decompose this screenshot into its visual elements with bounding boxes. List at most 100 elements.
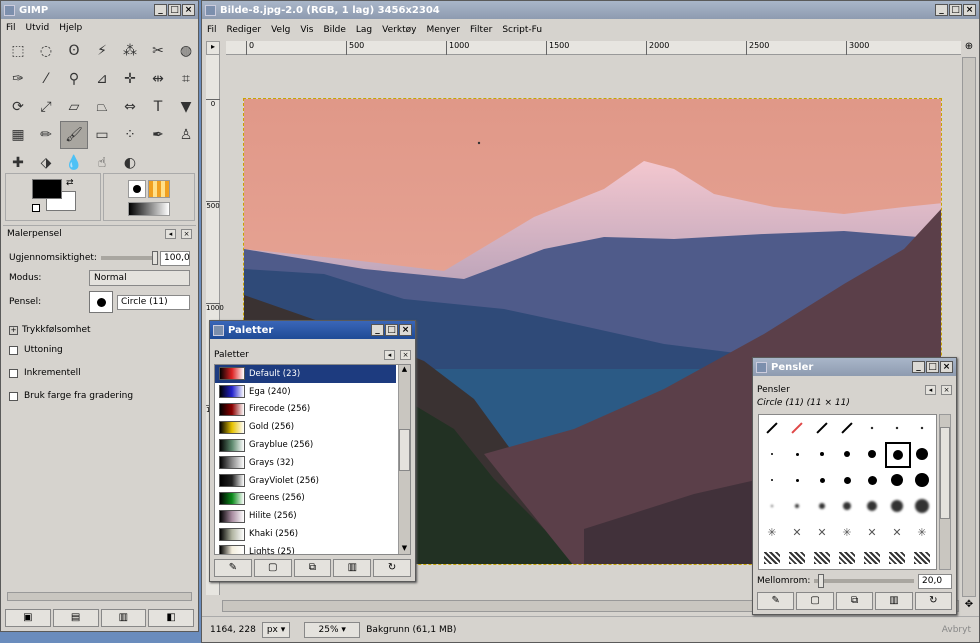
panel-close-button[interactable]: ×: [181, 229, 192, 239]
close-button[interactable]: ×: [940, 361, 953, 373]
pattern-preview[interactable]: [148, 180, 170, 198]
brush-grid[interactable]: ✳ ✕ ✕ ✳ ✕ ✕ ✳: [758, 414, 937, 570]
scroll-thumb[interactable]: [940, 427, 950, 519]
brush-thumbnail[interactable]: [785, 416, 809, 440]
edit-palette-button[interactable]: ✎: [214, 559, 252, 577]
new-palette-button[interactable]: ▢: [253, 559, 292, 577]
fade-checkbox[interactable]: [9, 345, 18, 355]
minimize-button[interactable]: _: [912, 361, 925, 373]
bucket-fill-icon[interactable]: ▼: [172, 93, 200, 121]
maximize-button[interactable]: □: [926, 361, 939, 373]
palette-list[interactable]: Default (23) Ega (240) Firecode (256) Gold …: [214, 364, 411, 555]
menu-utvid[interactable]: Utvid: [26, 23, 50, 33]
brush-thumbnail[interactable]: [835, 468, 859, 492]
menu-item[interactable]: Bilde: [323, 25, 345, 35]
delete-brush-button[interactable]: ▥: [875, 592, 913, 610]
opacity-slider-handle[interactable]: [152, 251, 158, 265]
brush-thumbnail[interactable]: [760, 494, 784, 518]
measure-icon[interactable]: ⊿: [88, 65, 116, 93]
brush-thumbnail[interactable]: [885, 416, 909, 440]
reset-options-button[interactable]: ◧: [148, 609, 194, 627]
brush-thumbnail[interactable]: [760, 416, 784, 440]
brush-thumbnail[interactable]: [810, 546, 834, 569]
brush-thumbnail[interactable]: [810, 416, 834, 440]
unit-dropdown[interactable]: px ▾: [261, 621, 291, 638]
maximize-button[interactable]: □: [949, 4, 962, 16]
swap-colors-icon[interactable]: ⇄: [66, 178, 74, 188]
color-picker-icon[interactable]: ⁄: [32, 65, 60, 93]
foreground-color[interactable]: [32, 179, 62, 199]
brush-thumbnail[interactable]: [785, 546, 809, 569]
mode-dropdown[interactable]: Normal: [89, 270, 190, 286]
brush-thumbnail[interactable]: [910, 494, 934, 518]
align-icon[interactable]: ⇹: [144, 65, 172, 93]
spacing-slider-handle[interactable]: [818, 574, 825, 588]
incremental-checkbox[interactable]: [9, 368, 18, 378]
menu-item[interactable]: Verktøy: [382, 25, 416, 35]
brush-preview[interactable]: [128, 180, 146, 198]
expander-icon[interactable]: +: [9, 325, 18, 335]
menu-item[interactable]: Velg: [271, 25, 290, 35]
brush-thumbnail[interactable]: [835, 494, 859, 518]
foreground-select-icon[interactable]: ◍: [172, 37, 200, 65]
eraser-icon[interactable]: ▭: [88, 121, 116, 149]
scissors-icon[interactable]: ✂: [144, 37, 172, 65]
scroll-up-arrow[interactable]: ▲: [399, 365, 410, 375]
brush-thumbnail[interactable]: [785, 494, 809, 518]
menu-item[interactable]: Lag: [356, 25, 372, 35]
paintbrush-icon[interactable]: 🖌: [60, 121, 88, 149]
cancel-button[interactable]: Avbryt: [942, 625, 971, 635]
brush-thumbnail[interactable]: [860, 468, 884, 492]
brushes-titlebar[interactable]: Pensler _ □ ×: [753, 358, 956, 376]
rect-select-icon[interactable]: ⬚: [4, 37, 32, 65]
brush-thumbnail[interactable]: ✳: [760, 520, 784, 544]
brush-thumbnail[interactable]: ✕: [810, 520, 834, 544]
pencil-icon[interactable]: ✏: [32, 121, 60, 149]
palette-list-item[interactable]: GrayViolet (256): [215, 472, 396, 490]
spacing-slider[interactable]: [814, 574, 914, 588]
brush-thumbnail[interactable]: [835, 442, 859, 466]
flip-icon[interactable]: ⇔: [116, 93, 144, 121]
refresh-brushes-button[interactable]: ↻: [914, 592, 953, 610]
brush-thumbnail[interactable]: [860, 416, 884, 440]
scroll-thumb[interactable]: [399, 429, 410, 471]
select-by-color-icon[interactable]: ⁂: [116, 37, 144, 65]
brush-thumbnail[interactable]: [885, 468, 909, 492]
paths-icon[interactable]: ✑: [4, 65, 32, 93]
default-colors-icon[interactable]: [32, 204, 40, 212]
ink-icon[interactable]: ✒: [144, 121, 172, 149]
new-brush-button[interactable]: ▢: [796, 592, 834, 610]
refresh-palettes-button[interactable]: ↻: [373, 559, 411, 577]
menu-item[interactable]: Vis: [300, 25, 313, 35]
zoom-to-fit-icon[interactable]: ✥: [962, 600, 976, 612]
brush-thumbnail[interactable]: [910, 546, 934, 569]
palette-list-item[interactable]: Gold (256): [215, 418, 396, 436]
free-select-icon[interactable]: ʘ: [60, 37, 88, 65]
incremental-option[interactable]: Inkrementell: [3, 363, 196, 383]
vertical-scrollbar[interactable]: [962, 57, 976, 597]
duplicate-palette-button[interactable]: ⧉: [293, 559, 332, 577]
crop-icon[interactable]: ⌗: [172, 65, 200, 93]
panel-close-button[interactable]: ×: [400, 350, 411, 360]
palette-list-item[interactable]: Greens (256): [215, 490, 396, 508]
menu-item[interactable]: Menyer: [426, 25, 460, 35]
brush-thumbnail[interactable]: ✳: [910, 520, 934, 544]
brush-thumbnail[interactable]: [860, 494, 884, 518]
brush-thumbnail[interactable]: ✕: [860, 520, 884, 544]
image-titlebar[interactable]: Bilde-8.jpg-2.0 (RGB, 1 lag) 3456x2304 _…: [202, 1, 979, 19]
rotate-icon[interactable]: ⟳: [4, 93, 32, 121]
blend-icon[interactable]: ▦: [4, 121, 32, 149]
brush-thumbnail[interactable]: [835, 546, 859, 569]
scale-icon[interactable]: ⤢: [32, 93, 60, 121]
shear-icon[interactable]: ▱: [60, 93, 88, 121]
palette-list-item[interactable]: Ega (240): [215, 383, 396, 401]
brush-thumbnail[interactable]: [760, 468, 784, 492]
gradient-preview[interactable]: [128, 202, 170, 216]
delete-palette-button[interactable]: ▥: [333, 559, 372, 577]
brush-thumbnail[interactable]: [910, 442, 934, 466]
menu-item[interactable]: Filter: [470, 25, 492, 35]
fade-option[interactable]: Uttoning: [3, 340, 196, 360]
palette-list-scrollbar[interactable]: ▲ ▼: [398, 365, 410, 554]
minimize-button[interactable]: _: [371, 324, 384, 336]
gradient-option[interactable]: Bruk farge fra gradering: [3, 386, 196, 406]
